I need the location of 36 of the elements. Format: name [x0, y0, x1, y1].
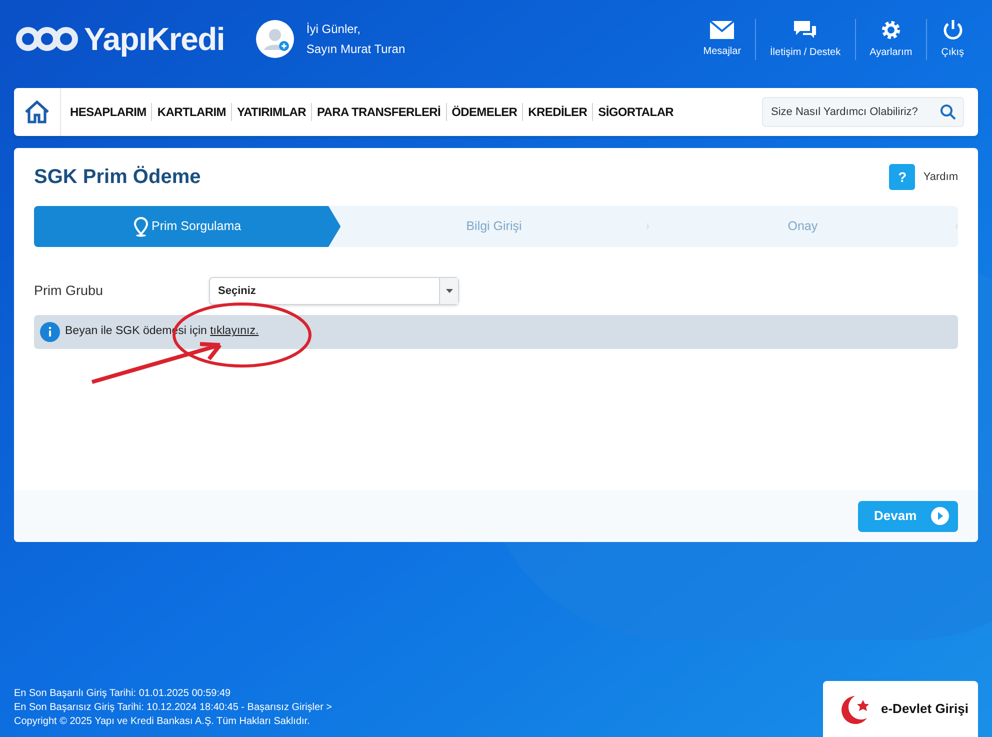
nav-menu-item[interactable]: ÖDEMELER	[446, 103, 522, 121]
nav-menu-item[interactable]: SİGORTALAR	[592, 103, 679, 121]
search-field[interactable]: Size Nasıl Yardımcı Olabiliriz?	[762, 97, 964, 127]
info-icon	[40, 322, 60, 342]
avatar-icon[interactable]	[256, 20, 294, 58]
chat-bubbles-icon	[792, 18, 818, 40]
help-link[interactable]: Yardım	[923, 168, 958, 186]
field-label: Prim Grubu	[34, 282, 104, 300]
location-pin-icon	[134, 216, 148, 236]
page-title: SGK Prim Ödeme	[34, 164, 201, 190]
header-action-button[interactable]: İletişim / Destek	[756, 18, 855, 60]
envelope-icon	[709, 20, 736, 40]
header-action-button[interactable]: Çıkış	[927, 18, 978, 60]
power-icon	[942, 18, 964, 40]
arrow-circle-icon	[930, 506, 950, 526]
nav-menu-item[interactable]: KARTLARIM	[151, 103, 231, 121]
header-action-button[interactable]: Ayarlarım	[856, 18, 926, 60]
footer-text: En Son Başarısız Giriş Tarihi: 10.12.2024 18:40:45 - Başarısız Girişler >	[14, 701, 332, 715]
nav-menu-item[interactable]: PARA TRANSFERLERİ	[310, 103, 446, 121]
nav-menu-item[interactable]: YATIRIMLAR	[230, 103, 311, 121]
footer-text: Copyright © 2025 Yapı ve Kredi Bankası A.Ş. Tüm Hakları Saklıdır.	[14, 715, 311, 729]
nav-menu-item[interactable]: HESAPLARIM	[65, 103, 152, 121]
prim-group-dropdown[interactable]: Seçiniz	[209, 277, 459, 305]
home-icon[interactable]	[24, 100, 50, 124]
edevlet-button[interactable]: e-Devlet Girişi	[823, 681, 978, 737]
bank-logo: YapıKredi	[14, 15, 224, 63]
nav-menu-item[interactable]: KREDİLER	[522, 103, 592, 121]
info-link[interactable]: tıklayınız.	[210, 325, 259, 338]
logo-icon	[14, 24, 80, 54]
caret-icon	[446, 289, 452, 293]
settings-icon	[880, 18, 902, 40]
greeting-text: İyi Günler,	[306, 21, 362, 38]
user-name: Sayın Murat Turan	[306, 41, 406, 58]
footer-text: En Son Başarılı Giriş Tarihi: 01.01.2025 00:59:49	[14, 687, 232, 701]
search-icon[interactable]	[940, 104, 956, 120]
header-action-button[interactable]: Mesajlar	[689, 20, 756, 58]
